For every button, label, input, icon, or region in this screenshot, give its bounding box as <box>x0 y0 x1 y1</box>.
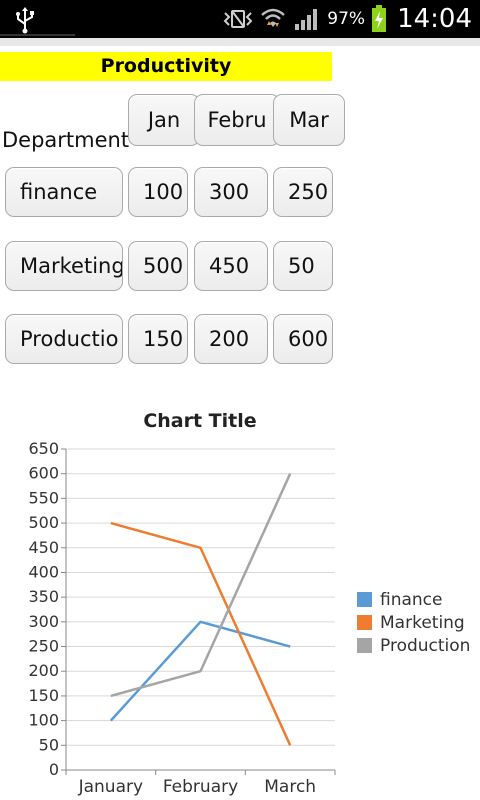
legend-label: finance <box>380 589 443 610</box>
y-tick-label: 600 <box>28 464 59 483</box>
chart-legend: finance Marketing Production <box>357 588 470 657</box>
y-tick-label: 350 <box>28 587 59 606</box>
y-tick-label: 500 <box>28 513 59 532</box>
legend-item: finance <box>357 588 470 611</box>
y-tick-label: 200 <box>28 661 59 680</box>
legend-item: Marketing <box>357 611 470 634</box>
legend-swatch <box>357 638 372 653</box>
legend-label: Marketing <box>380 612 465 633</box>
line-chart: 0 50 100 150 200 250 300 350 400 450 500 550 600 650 J… <box>28 439 336 797</box>
legend-swatch <box>357 615 372 630</box>
y-tick-label: 550 <box>28 488 59 507</box>
series-line-marketing <box>110 521 292 746</box>
y-tick-label: 250 <box>28 637 59 656</box>
y-tick-label: 400 <box>28 562 59 581</box>
x-tick-label: January <box>78 777 143 797</box>
y-tick-label: 50 <box>39 735 59 754</box>
y-tick-label: 100 <box>28 711 59 730</box>
y-tick-label: 650 <box>28 439 59 458</box>
legend-label: Production <box>380 635 471 656</box>
x-tick-label: March <box>264 777 316 797</box>
legend-item: Production <box>357 634 470 657</box>
y-tick-label: 450 <box>28 538 59 557</box>
y-tick-label: 150 <box>28 686 59 705</box>
x-tick-label: February <box>163 777 238 797</box>
y-tick-label: 300 <box>28 612 59 631</box>
y-tick-label: 0 <box>49 760 59 779</box>
legend-swatch <box>357 592 372 607</box>
series-line-production <box>110 473 292 698</box>
